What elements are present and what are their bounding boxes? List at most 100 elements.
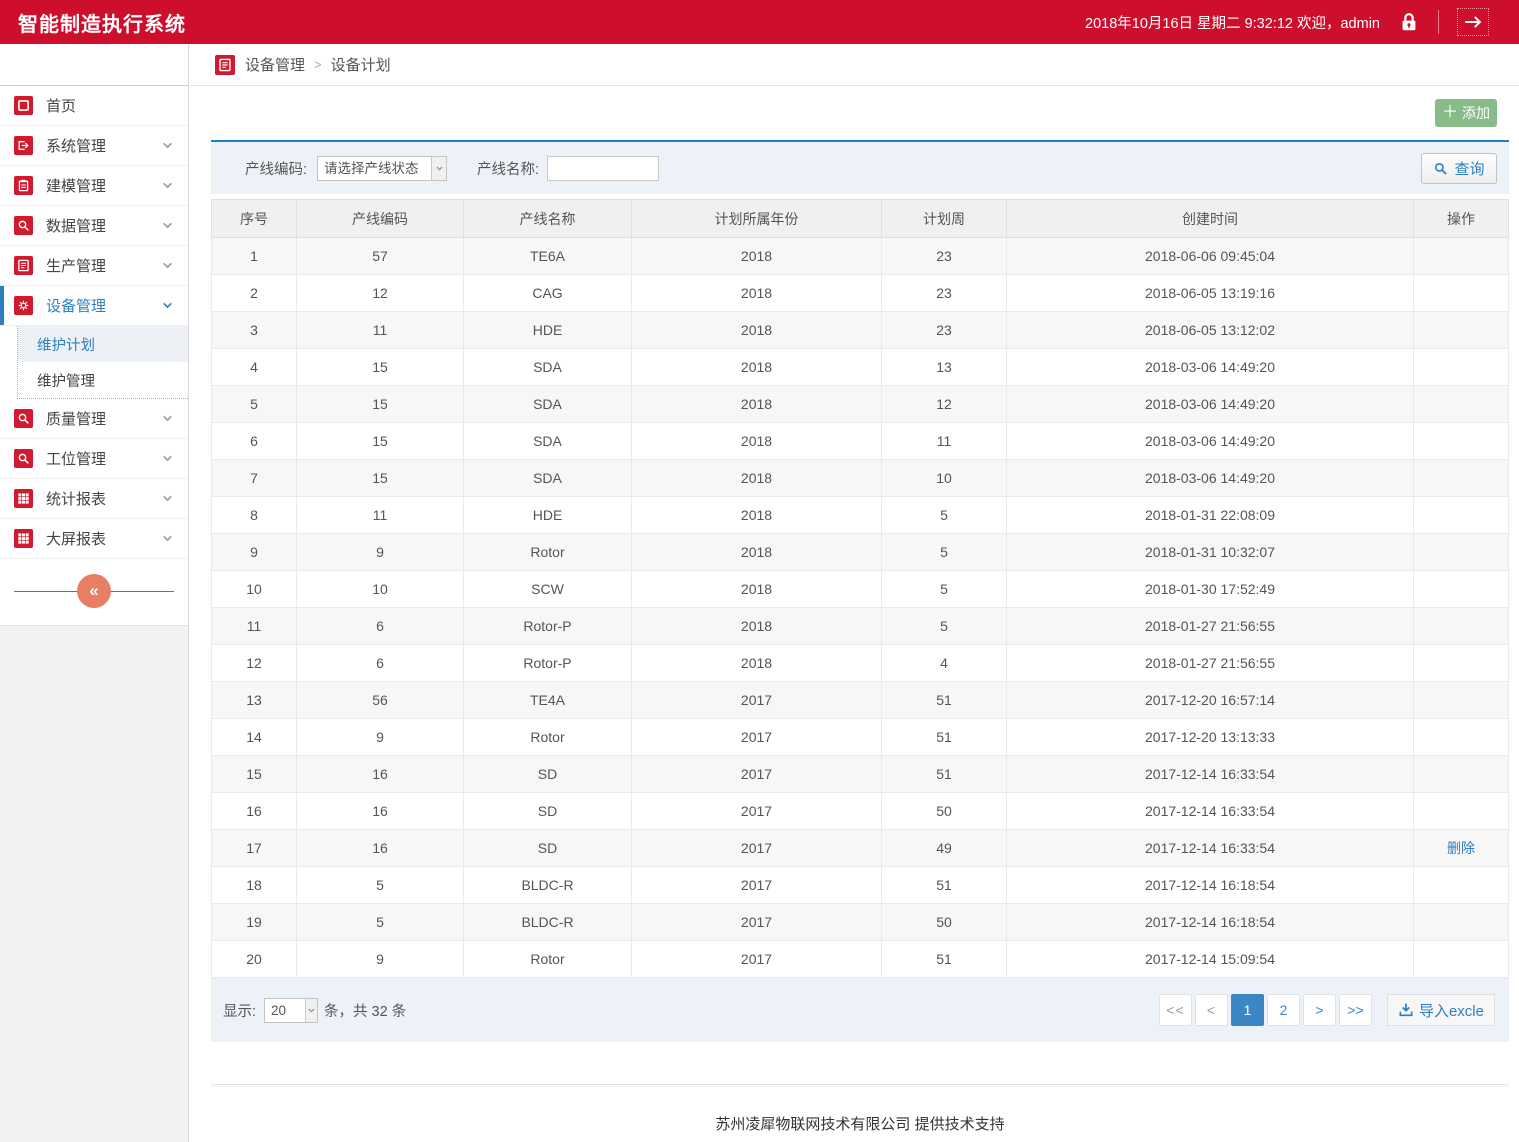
download-icon: [1398, 1002, 1414, 1018]
table-cell: 23: [882, 312, 1007, 349]
table-row: 157TE6A2018232018-06-06 09:45:04: [212, 238, 1509, 275]
table-cell: 2017: [632, 719, 882, 756]
table-cell: [1414, 756, 1509, 793]
breadcrumb-page: 设备计划: [331, 54, 391, 75]
sidebar-item-quality[interactable]: 质量管理: [0, 399, 188, 439]
modeling-icon: [14, 176, 33, 195]
table-cell: Rotor: [464, 941, 632, 978]
line-name-input[interactable]: [547, 156, 659, 181]
table-row: 811HDE201852018-01-31 22:08:09: [212, 497, 1509, 534]
table-cell: 2018-06-05 13:12:02: [1007, 312, 1414, 349]
table-cell: 16: [297, 756, 464, 793]
table-cell: 6: [297, 608, 464, 645]
column-header: 产线名称: [464, 200, 632, 238]
delete-link[interactable]: 删除: [1447, 840, 1475, 856]
logout-arrow-icon[interactable]: [1457, 8, 1489, 36]
table-cell: [1414, 312, 1509, 349]
chevron-down-icon: [161, 492, 174, 505]
chevron-down-icon: [161, 179, 174, 192]
sidebar-item-modeling[interactable]: 建模管理: [0, 166, 188, 206]
lock-icon[interactable]: [1398, 11, 1420, 33]
table-cell: 5: [882, 497, 1007, 534]
search-button[interactable]: 查询: [1421, 153, 1497, 184]
import-excel-button[interactable]: 导入excle: [1387, 994, 1495, 1026]
table-cell: 16: [297, 793, 464, 830]
search-icon: [1433, 161, 1448, 176]
table-cell: [1414, 238, 1509, 275]
table-header-row: 序号产线编码产线名称计划所属年份计划周创建时间操作: [212, 200, 1509, 238]
page-button-first[interactable]: <<: [1159, 994, 1192, 1026]
sidebar-item-station[interactable]: 工位管理: [0, 439, 188, 479]
header-datetime: 2018年10月16日 星期二 9:32:12 欢迎，admin: [1085, 12, 1380, 33]
page-button-prev[interactable]: <: [1195, 994, 1228, 1026]
table-cell: SD: [464, 756, 632, 793]
table-cell: 2017-12-20 13:13:33: [1007, 719, 1414, 756]
table-cell: 23: [882, 238, 1007, 275]
table-cell: 15: [212, 756, 297, 793]
sidebar-item-device[interactable]: 设备管理: [0, 286, 188, 326]
sidebar-item-production[interactable]: 生产管理: [0, 246, 188, 286]
chevron-down-icon: [161, 259, 174, 272]
column-header: 操作: [1414, 200, 1509, 238]
line-code-select-control[interactable]: 请选择产线状态: [318, 157, 431, 180]
sidebar-collapse-button[interactable]: «: [77, 574, 111, 608]
page-button-page-2[interactable]: 2: [1267, 994, 1300, 1026]
page-button-page-1[interactable]: 1: [1231, 994, 1264, 1026]
page-size-label: 显示:: [223, 1000, 256, 1021]
table-cell: 51: [882, 719, 1007, 756]
chevron-down-icon: [161, 299, 174, 312]
table-cell: 51: [882, 756, 1007, 793]
breadcrumb-section[interactable]: 设备管理: [245, 54, 305, 75]
total-count-label: 条，共 32 条: [324, 1000, 406, 1021]
table-cell: 16: [297, 830, 464, 867]
home-icon: [14, 96, 33, 115]
page-size-select-control[interactable]: 20: [265, 999, 305, 1022]
sidebar-item-bigscreen[interactable]: 大屏报表: [0, 519, 188, 559]
table-cell: [1414, 682, 1509, 719]
table-cell: TE4A: [464, 682, 632, 719]
line-code-select[interactable]: 请选择产线状态: [317, 156, 447, 181]
sidebar-item-label: 建模管理: [46, 175, 106, 196]
table-cell: BLDC-R: [464, 867, 632, 904]
sidebar-item-label: 系统管理: [46, 135, 106, 156]
table-cell: CAG: [464, 275, 632, 312]
footer-text: 苏州凌犀物联网技术有限公司 提供技术支持: [211, 1087, 1509, 1134]
sidebar-item-stats[interactable]: 统计报表: [0, 479, 188, 519]
filter-bar: 产线编码: 请选择产线状态 产线名称: 查询: [211, 140, 1509, 194]
table-cell: 15: [297, 386, 464, 423]
add-button[interactable]: ＋ 添加: [1435, 99, 1497, 127]
page-size-select[interactable]: 20: [264, 998, 318, 1023]
table-cell: 49: [882, 830, 1007, 867]
table-cell: 5: [212, 386, 297, 423]
sidebar-item-home[interactable]: 首页: [0, 86, 188, 126]
table-cell: 51: [882, 682, 1007, 719]
table-cell: 9: [297, 719, 464, 756]
gear-icon: [14, 296, 33, 315]
page-button-next[interactable]: >: [1303, 994, 1336, 1026]
sidebar-item-system[interactable]: 系统管理: [0, 126, 188, 166]
table-cell: 2017: [632, 682, 882, 719]
sidebar-item-data[interactable]: 数据管理: [0, 206, 188, 246]
table-cell: 51: [882, 941, 1007, 978]
table-cell: 2018: [632, 571, 882, 608]
table-cell: 2018: [632, 608, 882, 645]
table-cell: 5: [297, 904, 464, 941]
table-cell: 50: [882, 904, 1007, 941]
table-cell: 12: [882, 386, 1007, 423]
page-button-last[interactable]: >>: [1339, 994, 1372, 1026]
sidebar-top-strip: [0, 44, 188, 86]
table-cell: 2017: [632, 904, 882, 941]
table-cell: Rotor-P: [464, 608, 632, 645]
select-chevron-icon: [431, 157, 446, 180]
table-cell: [1414, 349, 1509, 386]
column-header: 计划周: [882, 200, 1007, 238]
search-button-label: 查询: [1454, 158, 1484, 179]
sidebar-subitem-maintain-manage[interactable]: 维护管理: [18, 362, 188, 398]
table-cell: 4: [882, 645, 1007, 682]
sidebar-subitem-maintain-plan[interactable]: 维护计划: [18, 326, 188, 362]
production-icon: [14, 256, 33, 275]
column-header: 创建时间: [1007, 200, 1414, 238]
search-icon: [14, 449, 33, 468]
page-buttons: <<<12>>>: [1159, 994, 1372, 1026]
table-cell: 2018: [632, 349, 882, 386]
